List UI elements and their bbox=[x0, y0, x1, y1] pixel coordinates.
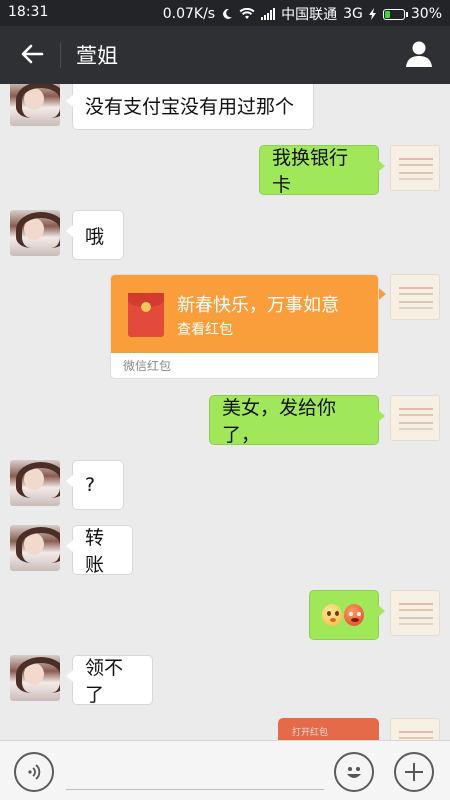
sweat-face-emoji bbox=[322, 604, 342, 626]
message-text: 转账 bbox=[85, 527, 105, 576]
voice-icon bbox=[28, 764, 41, 780]
message-bubble-outgoing[interactable]: 我换银行卡 bbox=[259, 145, 385, 196]
battery-percent: 30% bbox=[410, 6, 442, 22]
message-bubble-incoming[interactable]: 领不了 bbox=[66, 655, 153, 706]
header-divider bbox=[60, 42, 61, 68]
message-bubble-outgoing[interactable]: 美女，发给你了， bbox=[209, 395, 385, 446]
chat-message-list[interactable]: 没有支付宝没有用过那个 我换银行卡 哦 新春快乐，万事如意 查看红包 微信红包 … bbox=[0, 84, 450, 740]
message-text: 没有支付宝没有用过那个 bbox=[85, 95, 295, 118]
message-bubble-incoming[interactable]: 没有支付宝没有用过那个 bbox=[66, 84, 314, 130]
battery-fill bbox=[384, 10, 390, 18]
message-bubble-incoming[interactable]: ? bbox=[66, 460, 124, 510]
contact-avatar[interactable] bbox=[10, 460, 60, 506]
message-bubble-incoming[interactable]: 转账 bbox=[66, 525, 133, 576]
message-text: 哦 bbox=[85, 225, 105, 248]
network-type: 3G bbox=[343, 6, 363, 22]
signal-icon bbox=[261, 8, 276, 20]
red-packet-tail bbox=[379, 288, 386, 300]
red-packet-title: 新春快乐，万事如意 bbox=[177, 295, 339, 316]
red-packet-subtitle: 查看红包 bbox=[177, 322, 233, 338]
chat-header: 萱姐 bbox=[0, 26, 450, 84]
message-text: 我换银行卡 bbox=[272, 147, 349, 196]
chat-title: 萱姐 bbox=[76, 44, 118, 68]
angry-face-emoji bbox=[344, 604, 364, 626]
voice-button[interactable] bbox=[14, 752, 54, 792]
moon-icon bbox=[223, 8, 233, 19]
contact-avatar[interactable] bbox=[10, 210, 60, 256]
self-avatar[interactable] bbox=[390, 395, 440, 441]
smiley-icon bbox=[347, 767, 361, 778]
message-bubble-outgoing[interactable] bbox=[309, 590, 385, 640]
emoji-button[interactable] bbox=[334, 752, 374, 792]
input-bar bbox=[0, 740, 450, 800]
status-indicators: 0.07K/s 中国联通 3G 30% bbox=[163, 4, 442, 24]
person-icon[interactable] bbox=[404, 39, 434, 69]
self-avatar[interactable] bbox=[390, 590, 440, 636]
message-text: ? bbox=[85, 474, 96, 496]
plus-icon bbox=[405, 763, 423, 781]
red-packet-partial-text: 打开红包 bbox=[292, 728, 329, 738]
status-time: 18:31 bbox=[8, 4, 49, 20]
carrier-name: 中国联通 bbox=[281, 7, 338, 23]
red-packet-partial[interactable]: 打开红包 bbox=[278, 718, 379, 740]
more-button[interactable] bbox=[394, 752, 434, 792]
contact-avatar[interactable] bbox=[10, 84, 60, 126]
network-speed: 0.07K/s bbox=[162, 6, 216, 22]
red-envelope-icon bbox=[128, 293, 164, 337]
self-avatar[interactable] bbox=[390, 274, 440, 320]
self-avatar[interactable] bbox=[390, 145, 440, 191]
contact-avatar[interactable] bbox=[10, 525, 60, 571]
wifi-icon bbox=[239, 8, 255, 19]
message-input[interactable] bbox=[66, 789, 324, 790]
contact-avatar[interactable] bbox=[10, 655, 60, 701]
message-text: 美女，发给你了， bbox=[222, 397, 337, 446]
message-bubble-incoming[interactable]: 哦 bbox=[66, 210, 124, 260]
arrow-left-icon[interactable] bbox=[18, 40, 46, 68]
charging-icon bbox=[368, 8, 376, 20]
red-packet-message[interactable]: 新春快乐，万事如意 查看红包 微信红包 bbox=[110, 274, 379, 379]
battery-icon bbox=[382, 8, 408, 20]
self-avatar[interactable] bbox=[390, 718, 440, 740]
message-text: 领不了 bbox=[85, 657, 124, 706]
status-bar: 18:31 0.07K/s 中国联通 3G 30% bbox=[0, 0, 450, 26]
red-packet-footer: 微信红包 bbox=[123, 359, 172, 373]
red-packet-body: 新春快乐，万事如意 查看红包 bbox=[111, 275, 378, 353]
